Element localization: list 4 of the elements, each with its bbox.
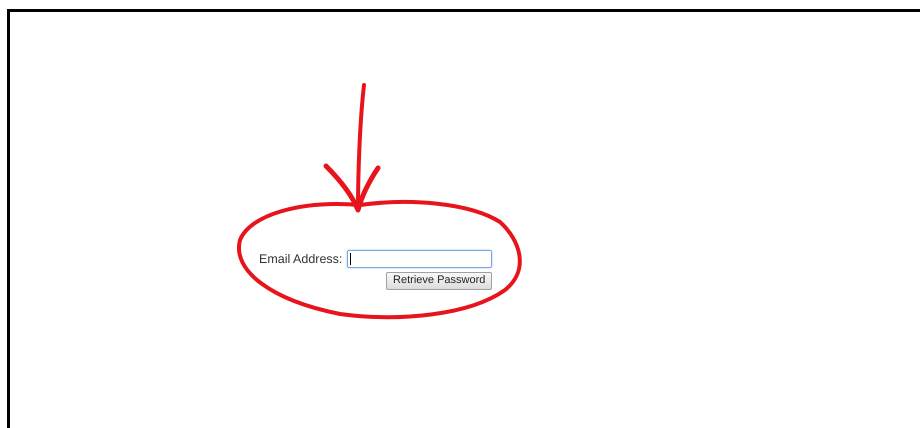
email-field[interactable] (347, 250, 492, 268)
email-label: Email Address: (259, 251, 342, 268)
retrieve-password-button[interactable]: Retrieve Password (386, 272, 492, 290)
text-cursor (350, 253, 352, 266)
